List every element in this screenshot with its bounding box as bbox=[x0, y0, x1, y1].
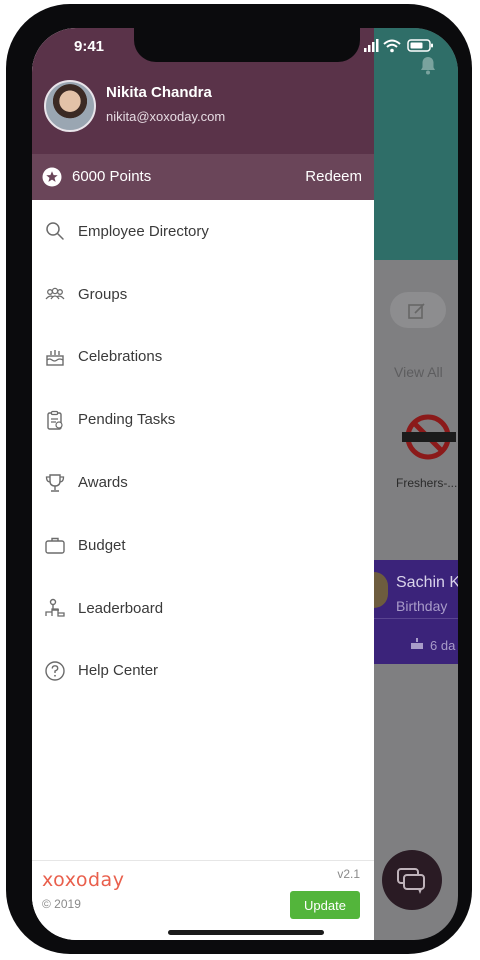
help-icon bbox=[45, 661, 65, 681]
brand-logo: xoxoday bbox=[42, 869, 125, 891]
points-balance: 6000 Points bbox=[72, 168, 152, 185]
points-bar: 6000 Points Redeem bbox=[32, 154, 374, 200]
avatar[interactable] bbox=[44, 80, 96, 132]
event-logo-image bbox=[402, 414, 456, 460]
home-indicator bbox=[168, 930, 324, 935]
menu-item-label: Leaderboard bbox=[78, 599, 164, 617]
copyright-text: © 2019 bbox=[42, 897, 81, 911]
celebration-subtitle: Birthday bbox=[396, 598, 448, 614]
menu-item-groups[interactable]: Groups bbox=[32, 263, 374, 326]
menu-item-help-center[interactable]: Help Center bbox=[32, 640, 374, 703]
battery-icon bbox=[407, 39, 433, 52]
star-badge-icon bbox=[42, 167, 62, 187]
cake-icon bbox=[411, 638, 423, 649]
chat-icon bbox=[397, 868, 425, 894]
version-label: v2.1 bbox=[337, 867, 360, 881]
status-icons bbox=[364, 39, 433, 53]
groups-icon bbox=[45, 287, 65, 300]
bell-icon[interactable] bbox=[416, 54, 440, 78]
divider bbox=[374, 618, 458, 619]
menu-item-label: Awards bbox=[78, 474, 128, 492]
menu-item-employee-directory[interactable]: Employee Directory bbox=[32, 200, 374, 263]
phone-frame: View All Freshers-... Sachin K Birthday … bbox=[6, 4, 472, 954]
trophy-icon bbox=[45, 473, 65, 492]
menu-item-leaderboard[interactable]: Leaderboard bbox=[32, 577, 374, 640]
signal-icon bbox=[364, 39, 379, 52]
redeem-button[interactable]: Redeem bbox=[305, 168, 362, 185]
user-name: Nikita Chandra bbox=[106, 84, 212, 101]
menu-item-label: Budget bbox=[78, 536, 126, 554]
menu-item-budget[interactable]: Budget bbox=[32, 514, 374, 577]
edit-icon[interactable] bbox=[406, 300, 428, 322]
menu-item-awards[interactable]: Awards bbox=[32, 451, 374, 514]
drawer-footer: xoxoday © 2019 v2.1 Update bbox=[32, 860, 374, 940]
cake-icon bbox=[46, 349, 64, 366]
view-all-link[interactable]: View All bbox=[394, 364, 443, 380]
celebration-name: Sachin K bbox=[396, 574, 458, 591]
leaderboard-icon bbox=[45, 598, 65, 617]
celebration-days: 6 da bbox=[430, 638, 456, 653]
menu-item-label: Help Center bbox=[78, 662, 159, 680]
menu-item-pending-tasks[interactable]: Pending Tasks bbox=[32, 388, 374, 451]
screen: View All Freshers-... Sachin K Birthday … bbox=[32, 28, 458, 940]
status-time: 9:41 bbox=[74, 38, 105, 55]
drawer-menu: Employee Directory Groups Celebrations P… bbox=[32, 200, 374, 702]
clipboard-icon bbox=[47, 410, 63, 430]
user-email: nikita@xoxoday.com bbox=[106, 109, 226, 124]
event-title[interactable]: Freshers-... bbox=[396, 476, 457, 490]
menu-item-label: Employee Directory bbox=[78, 222, 209, 240]
wifi-icon bbox=[383, 39, 401, 53]
update-button[interactable]: Update bbox=[290, 891, 360, 919]
menu-item-label: Groups bbox=[78, 285, 128, 303]
navigation-drawer: Nikita Chandra nikita@xoxoday.com 6000 P… bbox=[32, 28, 374, 940]
chat-fab-button[interactable] bbox=[382, 850, 442, 910]
menu-item-label: Pending Tasks bbox=[78, 411, 176, 429]
menu-item-label: Celebrations bbox=[78, 348, 163, 366]
notch bbox=[134, 28, 360, 62]
search-icon bbox=[46, 222, 64, 241]
menu-item-celebrations[interactable]: Celebrations bbox=[32, 326, 374, 389]
briefcase-icon bbox=[45, 538, 65, 555]
